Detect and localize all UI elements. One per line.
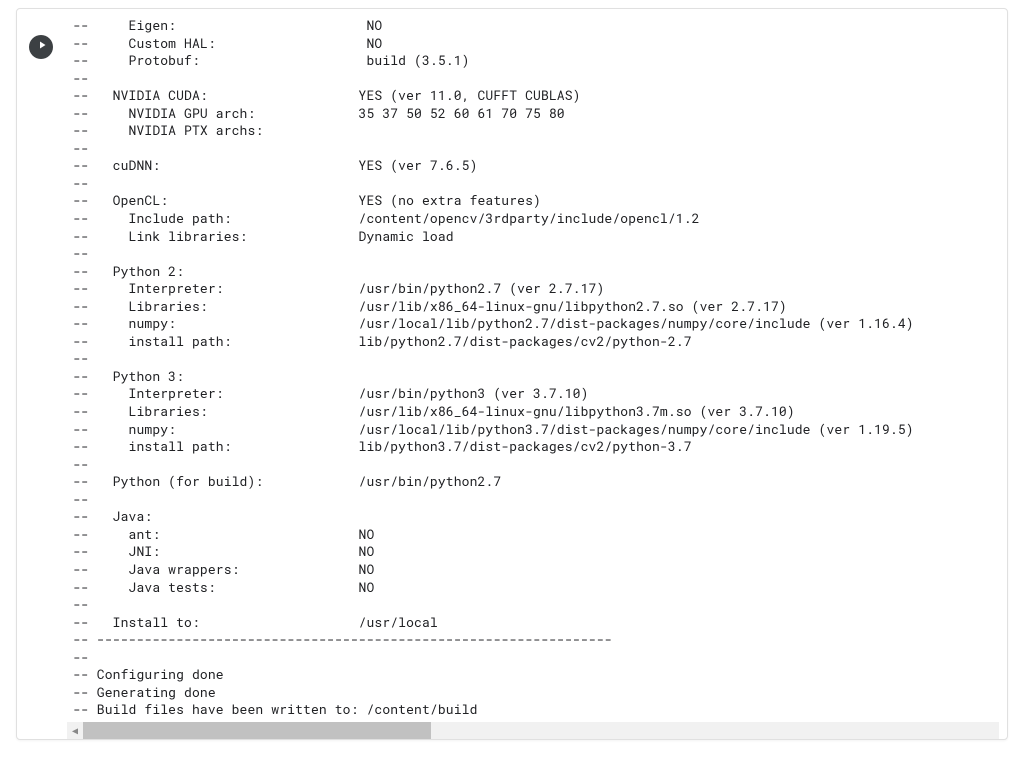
run-cell-button[interactable] (29, 35, 53, 59)
cell-content: -- Eigen: NO -- Custom HAL: NO -- Protob… (17, 9, 1007, 739)
horizontal-scrollbar[interactable]: ◀ (67, 722, 999, 739)
chevron-left-icon: ◀ (72, 724, 78, 738)
code-cell: -- Eigen: NO -- Custom HAL: NO -- Protob… (16, 8, 1008, 740)
play-icon (34, 38, 48, 56)
scroll-thumb[interactable] (83, 722, 431, 739)
scroll-track[interactable] (83, 722, 999, 739)
output-text: -- Eigen: NO -- Custom HAL: NO -- Protob… (73, 17, 995, 719)
cell-gutter (17, 9, 67, 739)
cell-output: -- Eigen: NO -- Custom HAL: NO -- Protob… (67, 9, 1007, 739)
scroll-left-button[interactable]: ◀ (67, 722, 83, 739)
